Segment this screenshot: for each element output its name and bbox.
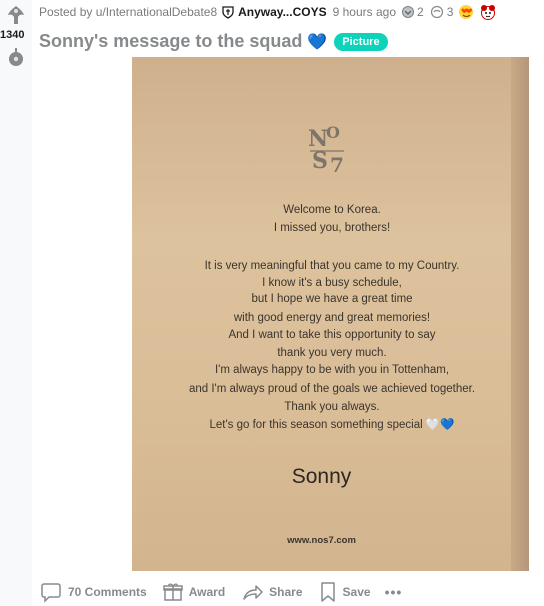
letter-greeting-1: Welcome to Korea.	[283, 204, 381, 216]
post-tag-badge[interactable]: Picture	[334, 32, 388, 51]
award-heart-eyes[interactable]	[458, 4, 474, 20]
user-flair: Anyway...COYS	[238, 5, 327, 19]
post-image[interactable]: N O S 7 Welcome to Korea. I missed you, …	[132, 57, 529, 571]
svg-text:O: O	[326, 123, 340, 142]
helpful-award-icon	[430, 5, 443, 19]
wholesome-award-icon	[481, 5, 496, 20]
letter-website: www.nos7.com	[287, 535, 356, 546]
letter-greeting-2: I missed you, brothers!	[273, 222, 391, 234]
comments-label: 70 Comments	[68, 585, 147, 599]
svg-text:S: S	[312, 148, 328, 174]
award-wholesome[interactable]	[479, 4, 497, 20]
letter-line: I'm always happy to be with you in Totte…	[214, 364, 450, 376]
nos7-logo: N O S 7	[308, 123, 344, 177]
save-label: Save	[342, 585, 371, 599]
award-count: 3	[446, 5, 454, 19]
letter-line: Let's go for this season something speci…	[209, 419, 455, 431]
vote-score: 1340	[0, 29, 25, 41]
comments-button[interactable]: 70 Comments	[40, 581, 147, 603]
letter-line: And I want to take this opportunity to s…	[228, 329, 436, 341]
post-time: 9 hours ago	[332, 5, 396, 19]
posted-by[interactable]: Posted by u/InternationalDebate8	[39, 5, 217, 19]
post-title[interactable]: Sonny's message to the squad	[39, 31, 302, 52]
post-meta: Posted by u/InternationalDebate8 Anyway.…	[39, 4, 497, 20]
award-count: 2	[417, 5, 424, 19]
share-icon	[243, 585, 263, 600]
post-title-row: Sonny's message to the squad 💙 Picture	[39, 31, 388, 52]
award-label: Award	[188, 585, 226, 599]
silver-award-icon	[402, 6, 414, 18]
more-options-button[interactable]: •••	[385, 584, 403, 600]
award-button[interactable]: Award	[162, 582, 226, 602]
letter-line: with good energy and great memories!	[233, 312, 431, 324]
upvote-icon[interactable]	[5, 3, 27, 27]
award-silver[interactable]: 2	[401, 5, 424, 19]
save-button[interactable]: Save	[319, 581, 371, 603]
card-shadow-edge	[511, 57, 529, 571]
award-helpful[interactable]: 3	[429, 5, 454, 19]
letter-line: but I hope we have a great time	[251, 293, 413, 305]
share-label: Share	[269, 585, 303, 599]
post-action-bar: 70 Comments Award Share Save •••	[40, 579, 418, 605]
bookmark-icon	[320, 582, 335, 602]
svg-text:7: 7	[330, 153, 344, 177]
share-button[interactable]: Share	[241, 582, 303, 602]
letter-line: It is very meaningful that you came to m…	[204, 260, 460, 272]
downvote-icon[interactable]	[5, 45, 27, 69]
letter-line: Thank you always.	[284, 401, 380, 413]
heart-eyes-award-icon	[459, 5, 474, 19]
letter-line: thank you very much.	[277, 347, 387, 359]
comment-icon	[41, 583, 61, 603]
letter-signature: Sonny	[291, 465, 352, 488]
blue-heart-emoji: 💙	[307, 33, 328, 51]
spurs-cockerel-flair-icon	[222, 6, 234, 19]
letter-line: and I'm always proud of the goals we ach…	[188, 383, 476, 395]
gift-icon	[162, 583, 183, 601]
vote-column: 1340	[0, 0, 32, 606]
letter-line: I know it's a busy schedule,	[262, 277, 402, 289]
